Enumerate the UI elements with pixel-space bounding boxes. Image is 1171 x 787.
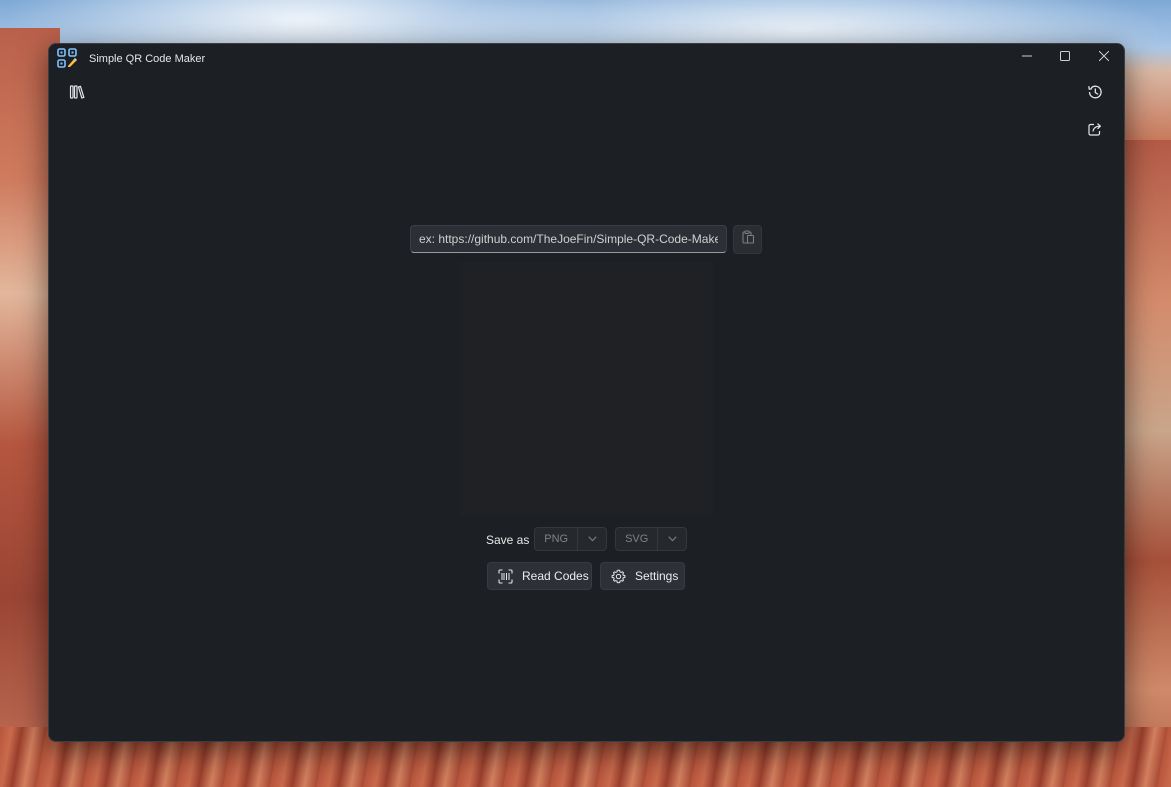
settings-label: Settings [635,569,679,583]
minimize-button[interactable] [1008,44,1046,70]
save-png-button[interactable]: PNG [535,528,579,550]
chevron-down-icon [588,533,597,545]
save-svg-label: SVG [625,533,649,545]
save-png-split-button[interactable]: PNG [534,527,607,551]
chevron-down-icon [668,533,677,545]
window-title: Simple QR Code Maker [89,53,206,65]
gear-icon [611,568,627,584]
save-png-label: PNG [544,533,569,545]
share-button[interactable] [1081,117,1109,145]
save-as-label: Save as [486,533,530,547]
save-svg-dropdown[interactable] [658,528,686,550]
library-icon [69,84,85,105]
read-codes-button[interactable]: Read Codes [487,562,592,590]
read-codes-label: Read Codes [522,569,589,583]
settings-button[interactable]: Settings [600,562,685,590]
minimize-icon [1022,48,1032,66]
save-svg-split-button[interactable]: SVG [615,527,687,551]
history-button[interactable] [1081,80,1109,108]
maximize-icon [1060,48,1070,66]
close-button[interactable] [1085,44,1123,70]
save-png-dropdown[interactable] [578,528,606,550]
library-button[interactable] [63,80,91,108]
save-svg-button[interactable]: SVG [616,528,659,550]
maximize-button[interactable] [1046,44,1084,70]
qr-code-preview [460,262,713,515]
close-icon [1098,48,1110,66]
history-icon [1087,84,1103,105]
desktop-wallpaper: Simple QR Code Maker ex: https://github.… [0,0,1171,787]
scan-qr-icon [498,568,514,584]
url-input[interactable] [410,225,727,253]
paste-icon [741,230,755,249]
app-window: Simple QR Code Maker ex: https://github.… [48,43,1125,742]
share-icon [1087,121,1103,142]
qr-code-pencil-icon [57,48,77,68]
title-bar[interactable]: Simple QR Code Maker [49,44,1124,74]
paste-button[interactable] [733,225,762,254]
